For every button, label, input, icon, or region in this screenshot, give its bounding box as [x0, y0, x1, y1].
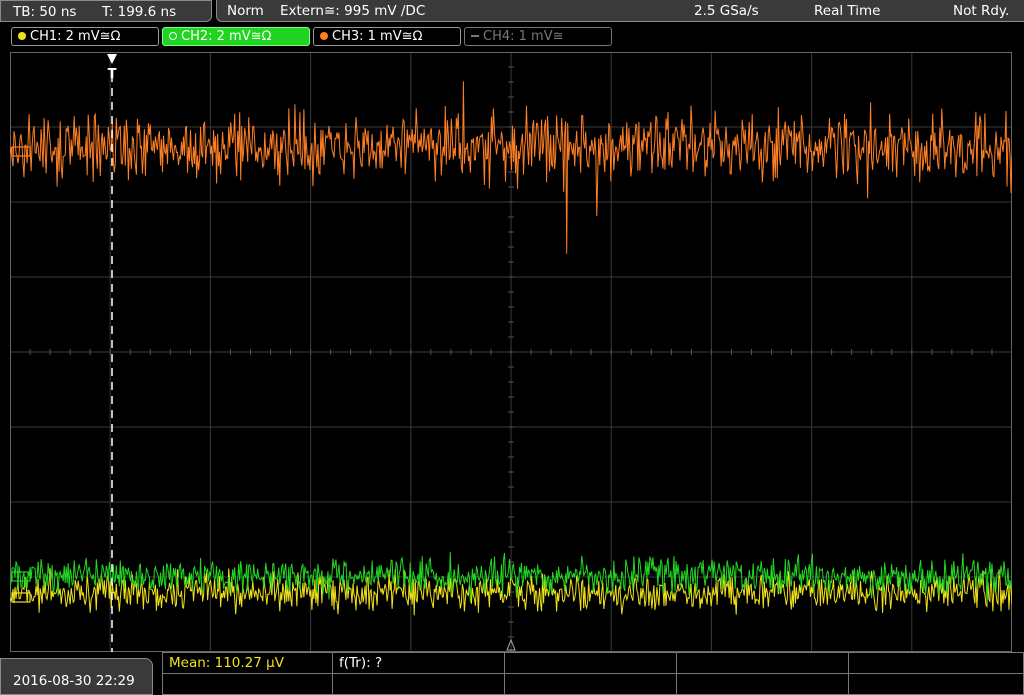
- datetime-label: 2016-08-30 22:29: [13, 673, 135, 689]
- ch1-label: CH1: 2 mV≅Ω: [30, 29, 121, 44]
- measurement-slot-5[interactable]: [849, 653, 1024, 674]
- mean-value: Mean: 110.27 µV: [169, 655, 284, 671]
- channel-tabs: CH1: 2 mV≅Ω CH2: 2 mV≅Ω CH3: 1 mV≅Ω CH4:…: [0, 25, 1024, 47]
- ch2-indicator-icon: [169, 32, 177, 40]
- timebase-panel[interactable]: TB: 50 ns T: 199.6 ns: [0, 0, 212, 22]
- ch3-label: CH3: 1 mV≅Ω: [332, 29, 423, 44]
- ch4-indicator-icon: [471, 35, 479, 37]
- ch4-label: CH4: 1 mV≅: [483, 29, 564, 44]
- sample-rate-label[interactable]: 2.5 GSa/s: [694, 3, 759, 19]
- channel-tab-ch4[interactable]: CH4: 1 mV≅: [464, 27, 612, 46]
- ch3-indicator-icon: [320, 32, 328, 40]
- channel-tab-ch1[interactable]: CH1: 2 mV≅Ω: [11, 27, 159, 46]
- ch1-indicator-icon: [18, 32, 26, 40]
- measurement-slot-8[interactable]: [505, 674, 677, 695]
- measurement-slot-9[interactable]: [677, 674, 849, 695]
- measurement-slot-7[interactable]: [333, 674, 505, 695]
- bottom-bar: 2016-08-30 22:29 Mean: 110.27 µV f(Tr): …: [0, 652, 1024, 695]
- timebase-label[interactable]: TB: 50 ns: [13, 4, 76, 20]
- frequency-value: f(Tr): ?: [339, 655, 383, 671]
- datetime-panel: 2016-08-30 22:29: [0, 658, 153, 695]
- trigger-panel[interactable]: Norm Extern≅: 995 mV ∕DC 2.5 GSa/s Real …: [216, 0, 1024, 22]
- acquisition-status-label: Not Rdy.: [953, 3, 1010, 19]
- measurement-slot-3[interactable]: [505, 653, 677, 674]
- measurement-slot-6[interactable]: [163, 674, 333, 695]
- measurement-slot-4[interactable]: [677, 653, 849, 674]
- trigger-mode-label[interactable]: Norm: [227, 3, 264, 19]
- measurement-panel[interactable]: Mean: 110.27 µV f(Tr): ?: [162, 652, 1024, 695]
- measurement-frequency[interactable]: f(Tr): ?: [333, 653, 505, 674]
- trigger-marker-label: T: [108, 67, 117, 82]
- trigger-time-label[interactable]: T: 199.6 ns: [102, 4, 176, 20]
- waveform-display[interactable]: T: [10, 52, 1012, 652]
- status-bar: TB: 50 ns T: 199.6 ns Norm Extern≅: 995 …: [0, 0, 1024, 24]
- measurement-slot-10[interactable]: [849, 674, 1024, 695]
- channel-tab-ch2[interactable]: CH2: 2 mV≅Ω: [162, 27, 310, 46]
- channel-tab-ch3[interactable]: CH3: 1 mV≅Ω: [313, 27, 461, 46]
- measurement-mean[interactable]: Mean: 110.27 µV: [163, 653, 333, 674]
- trigger-source-label[interactable]: Extern≅: 995 mV ∕DC: [280, 3, 425, 19]
- ch2-label: CH2: 2 mV≅Ω: [181, 29, 272, 44]
- acquisition-mode-label[interactable]: Real Time: [814, 3, 880, 19]
